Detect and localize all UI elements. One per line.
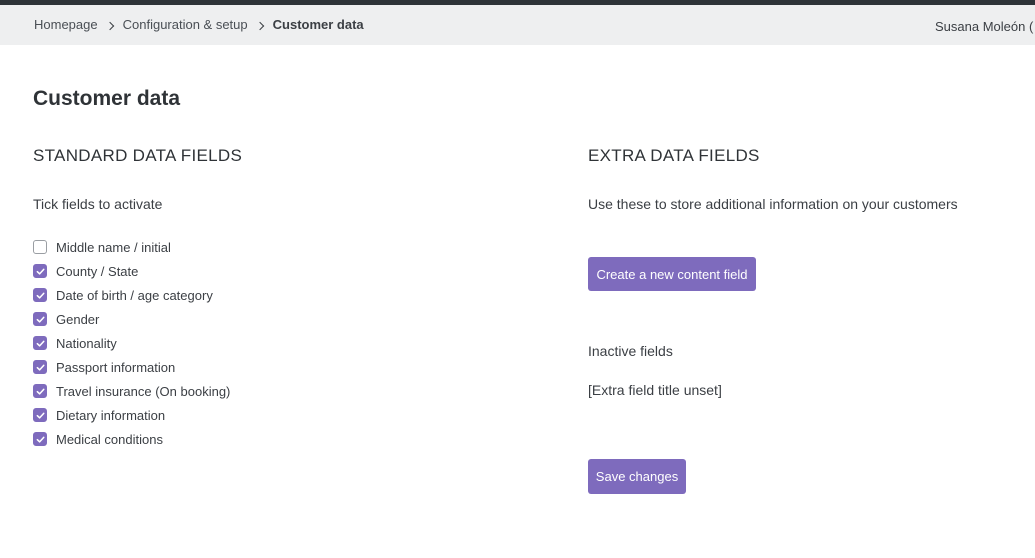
field-checkbox[interactable]	[33, 408, 47, 422]
field-row[interactable]: Passport information	[33, 355, 230, 379]
standard-section-title: STANDARD DATA FIELDS	[33, 146, 243, 165]
checkmark-icon	[36, 364, 45, 371]
field-label: Dietary information	[56, 407, 166, 423]
standard-hint: Tick fields to activate	[33, 196, 163, 212]
field-label: Medical conditions	[56, 431, 163, 447]
save-changes-button[interactable]: Save changes	[588, 459, 686, 494]
field-label: Passport information	[56, 359, 176, 375]
field-row[interactable]: Nationality	[33, 331, 230, 355]
header-bar: Homepage Configuration & setup Customer …	[0, 5, 1035, 45]
field-row[interactable]: Travel insurance (On booking)	[33, 379, 230, 403]
checkmark-icon	[36, 316, 45, 323]
extra-hint: Use these to store additional informatio…	[588, 196, 958, 212]
field-label: Gender	[56, 311, 100, 327]
inactive-field-item[interactable]: [Extra field title unset]	[588, 382, 722, 398]
field-row[interactable]: Dietary information	[33, 403, 230, 427]
field-checkbox[interactable]	[33, 264, 47, 278]
field-checkbox[interactable]	[33, 360, 47, 374]
checkmark-icon	[36, 436, 45, 443]
inactive-fields-label: Inactive fields	[588, 343, 673, 359]
checkmark-icon	[36, 388, 45, 395]
page-title: Customer data	[33, 87, 181, 110]
checkmark-icon	[36, 292, 45, 299]
breadcrumb-current: Customer data	[272, 17, 364, 32]
field-row[interactable]: Date of birth / age category	[33, 283, 230, 307]
breadcrumb-configuration[interactable]: Configuration & setup	[123, 17, 248, 32]
field-checkbox[interactable]	[33, 432, 47, 446]
checkmark-icon	[36, 412, 45, 419]
field-row[interactable]: County / State	[33, 259, 230, 283]
chevron-right-icon	[255, 21, 264, 30]
field-checkbox[interactable]	[33, 384, 47, 398]
breadcrumb-homepage[interactable]: Homepage	[34, 17, 98, 32]
field-label: Travel insurance (On booking)	[56, 383, 231, 399]
create-content-field-button[interactable]: Create a new content field	[588, 257, 756, 291]
breadcrumb: Homepage Configuration & setup Customer …	[34, 17, 364, 32]
field-row[interactable]: Medical conditions	[33, 427, 230, 451]
checkmark-icon	[36, 340, 45, 347]
field-checkbox[interactable]	[33, 240, 47, 254]
field-label: Middle name / initial	[56, 239, 171, 255]
user-menu[interactable]: Susana Moleón (	[935, 19, 1033, 34]
field-label: County / State	[56, 263, 139, 279]
field-checkbox[interactable]	[33, 288, 47, 302]
field-label: Nationality	[56, 335, 117, 351]
field-row[interactable]: Gender	[33, 307, 230, 331]
checkmark-icon	[36, 268, 45, 275]
field-checkbox[interactable]	[33, 312, 47, 326]
field-checkbox[interactable]	[33, 336, 47, 350]
extra-section-title: EXTRA DATA FIELDS	[588, 146, 760, 165]
field-label: Date of birth / age category	[56, 287, 213, 303]
chevron-right-icon	[105, 21, 114, 30]
standard-field-list: Middle name / initial County / State Date …	[33, 235, 230, 451]
field-row[interactable]: Middle name / initial	[33, 235, 230, 259]
